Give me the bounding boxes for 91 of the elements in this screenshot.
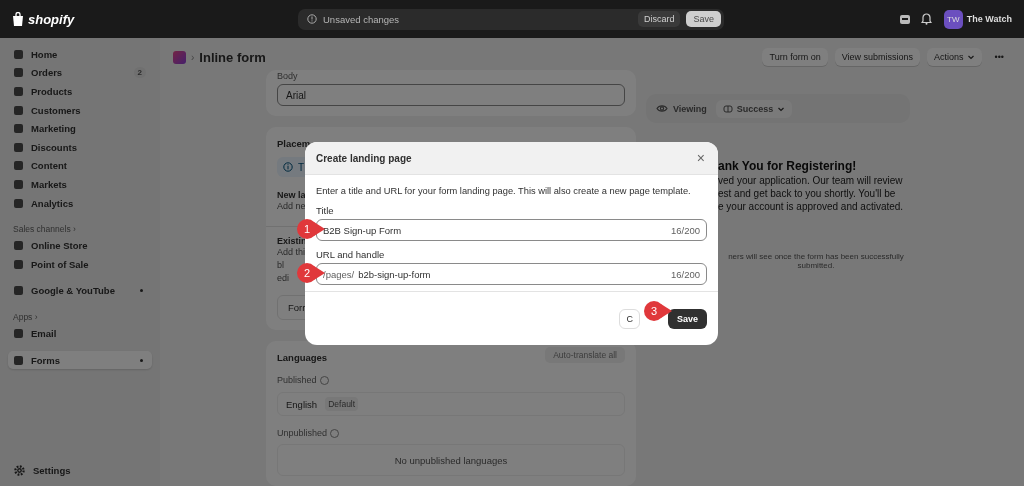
square-icon xyxy=(14,328,23,338)
option-title: New la xyxy=(277,190,306,200)
count-badge: 2 xyxy=(133,67,146,79)
nav-item[interactable]: Marketing xyxy=(8,119,152,138)
square-icon xyxy=(14,355,23,365)
character-count: 16/200 xyxy=(670,224,700,236)
section-heading[interactable]: Apps xyxy=(13,312,33,323)
nav-item[interactable]: Point of Sale xyxy=(8,254,152,274)
option-text: Add ne xyxy=(277,200,306,213)
dialog-title: Create landing page xyxy=(316,152,412,164)
option-text: Add thi xyxy=(277,246,306,259)
square-icon xyxy=(14,49,23,59)
logo-text: shopify xyxy=(28,11,75,27)
empty-state: No unpublished languages xyxy=(277,444,625,476)
square-icon xyxy=(14,259,23,269)
square-icon xyxy=(14,161,23,171)
nav-item[interactable]: Orders 2 xyxy=(8,63,152,83)
square-icon xyxy=(14,286,23,296)
section-label: Unpublished xyxy=(277,428,328,438)
preview-text: est and get back to you shortly. You'll be xyxy=(718,188,897,199)
section-heading[interactable]: Sales channels xyxy=(13,224,71,235)
language-name: English xyxy=(286,398,318,410)
discard-button[interactable]: Discard xyxy=(637,11,681,27)
option-text: bl xyxy=(277,259,284,272)
nav-item[interactable]: Forms xyxy=(8,350,152,370)
field-label: Body xyxy=(277,71,299,81)
field-value: b2b-sign-up-form xyxy=(358,268,431,280)
info-icon xyxy=(307,14,317,24)
square-icon xyxy=(14,179,23,189)
bell-icon[interactable] xyxy=(920,13,932,25)
breadcrumb-separator: › xyxy=(191,51,195,63)
settings-item[interactable]: Settings xyxy=(8,461,152,480)
url-prefix: /pages/ xyxy=(323,268,355,280)
nav-item[interactable]: Online Store xyxy=(8,236,152,255)
save-button[interactable]: Save xyxy=(686,11,721,27)
field-label: URL and handle xyxy=(316,249,386,260)
nav-item[interactable]: Discounts xyxy=(8,137,152,157)
card-title: Placem xyxy=(277,137,312,149)
text-field[interactable]: B2B Sign-up Form 16/200 xyxy=(316,219,707,241)
text-field[interactable]: /pages/ b2b-sign-up-form 16/200 xyxy=(316,263,707,285)
user-avatar[interactable]: TW xyxy=(943,9,963,29)
square-icon xyxy=(14,142,23,152)
toggle-icon xyxy=(722,104,733,113)
square-icon xyxy=(14,124,23,134)
nav-item[interactable]: Customers xyxy=(8,100,152,120)
caret-icon xyxy=(966,53,975,61)
font-select[interactable]: Arial xyxy=(277,84,625,106)
header-button[interactable]: Actions xyxy=(927,48,982,66)
section-label: Published xyxy=(277,375,317,385)
nav-item[interactable]: Content xyxy=(8,156,152,176)
cancel-button[interactable]: C xyxy=(619,308,640,329)
store-name[interactable]: The Watch xyxy=(966,14,1012,24)
preview-text: ved your application. Our team will review xyxy=(718,175,904,186)
state-dropdown[interactable]: Success xyxy=(715,99,793,118)
nav-item[interactable]: Products xyxy=(8,82,152,101)
preview-heading: ank You for Registering! xyxy=(718,159,858,173)
nav-item[interactable]: Markets xyxy=(8,175,152,194)
banner-text: T xyxy=(298,161,305,173)
save-button[interactable]: Save xyxy=(667,308,707,329)
field-value: B2B Sign-up Form xyxy=(323,224,402,236)
nav-item[interactable]: Analytics xyxy=(8,193,152,213)
form-app-icon xyxy=(173,50,186,64)
preview-note: ners will see once the form has been successfully submitted. xyxy=(727,252,905,270)
card-title: Languages xyxy=(277,351,328,363)
square-icon xyxy=(14,198,23,208)
preview-text: e your account is approved and activated. xyxy=(718,201,905,212)
close-button[interactable]: × xyxy=(694,150,707,166)
nav-item[interactable]: Home xyxy=(8,45,152,64)
chevron-icon[interactable]: › xyxy=(73,224,76,235)
square-icon xyxy=(14,241,23,251)
option-text: edi xyxy=(277,272,289,285)
nav-item[interactable]: Email xyxy=(8,324,152,343)
square-icon xyxy=(14,68,23,78)
chevron-icon[interactable]: › xyxy=(34,312,38,323)
nav-item[interactable]: Google & YouTube xyxy=(8,281,152,301)
eye-icon xyxy=(656,104,668,113)
character-count: 16/200 xyxy=(670,268,700,280)
square-icon xyxy=(14,87,23,96)
more-button[interactable]: ••• xyxy=(988,51,1010,63)
default-tag: Default xyxy=(325,397,359,411)
field-label: Title xyxy=(316,205,335,216)
header-button[interactable]: Turn form on xyxy=(762,48,828,66)
header-button[interactable]: View submissions xyxy=(834,48,921,66)
gear-icon xyxy=(14,465,25,477)
unsaved-notice: Unsaved changes xyxy=(323,13,400,25)
page-title: Inline form xyxy=(199,49,266,65)
viewing-label: Viewing xyxy=(673,103,707,114)
info-icon xyxy=(283,162,293,172)
dialog-description: Enter a title and URL for your form landing page. This will also create a new page template. xyxy=(316,186,692,196)
square-icon xyxy=(14,105,23,115)
shopping-bag-icon xyxy=(12,12,24,26)
